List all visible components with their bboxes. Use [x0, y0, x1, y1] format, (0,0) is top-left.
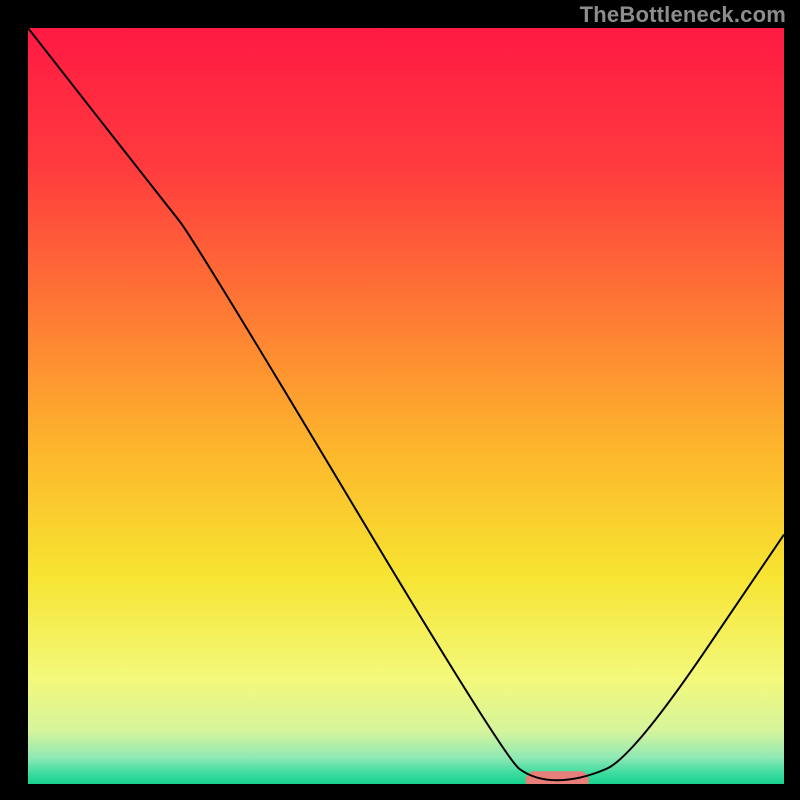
chart-container: TheBottleneck.com — [0, 0, 800, 800]
bottleneck-chart — [0, 0, 800, 800]
plot-background — [28, 28, 784, 784]
